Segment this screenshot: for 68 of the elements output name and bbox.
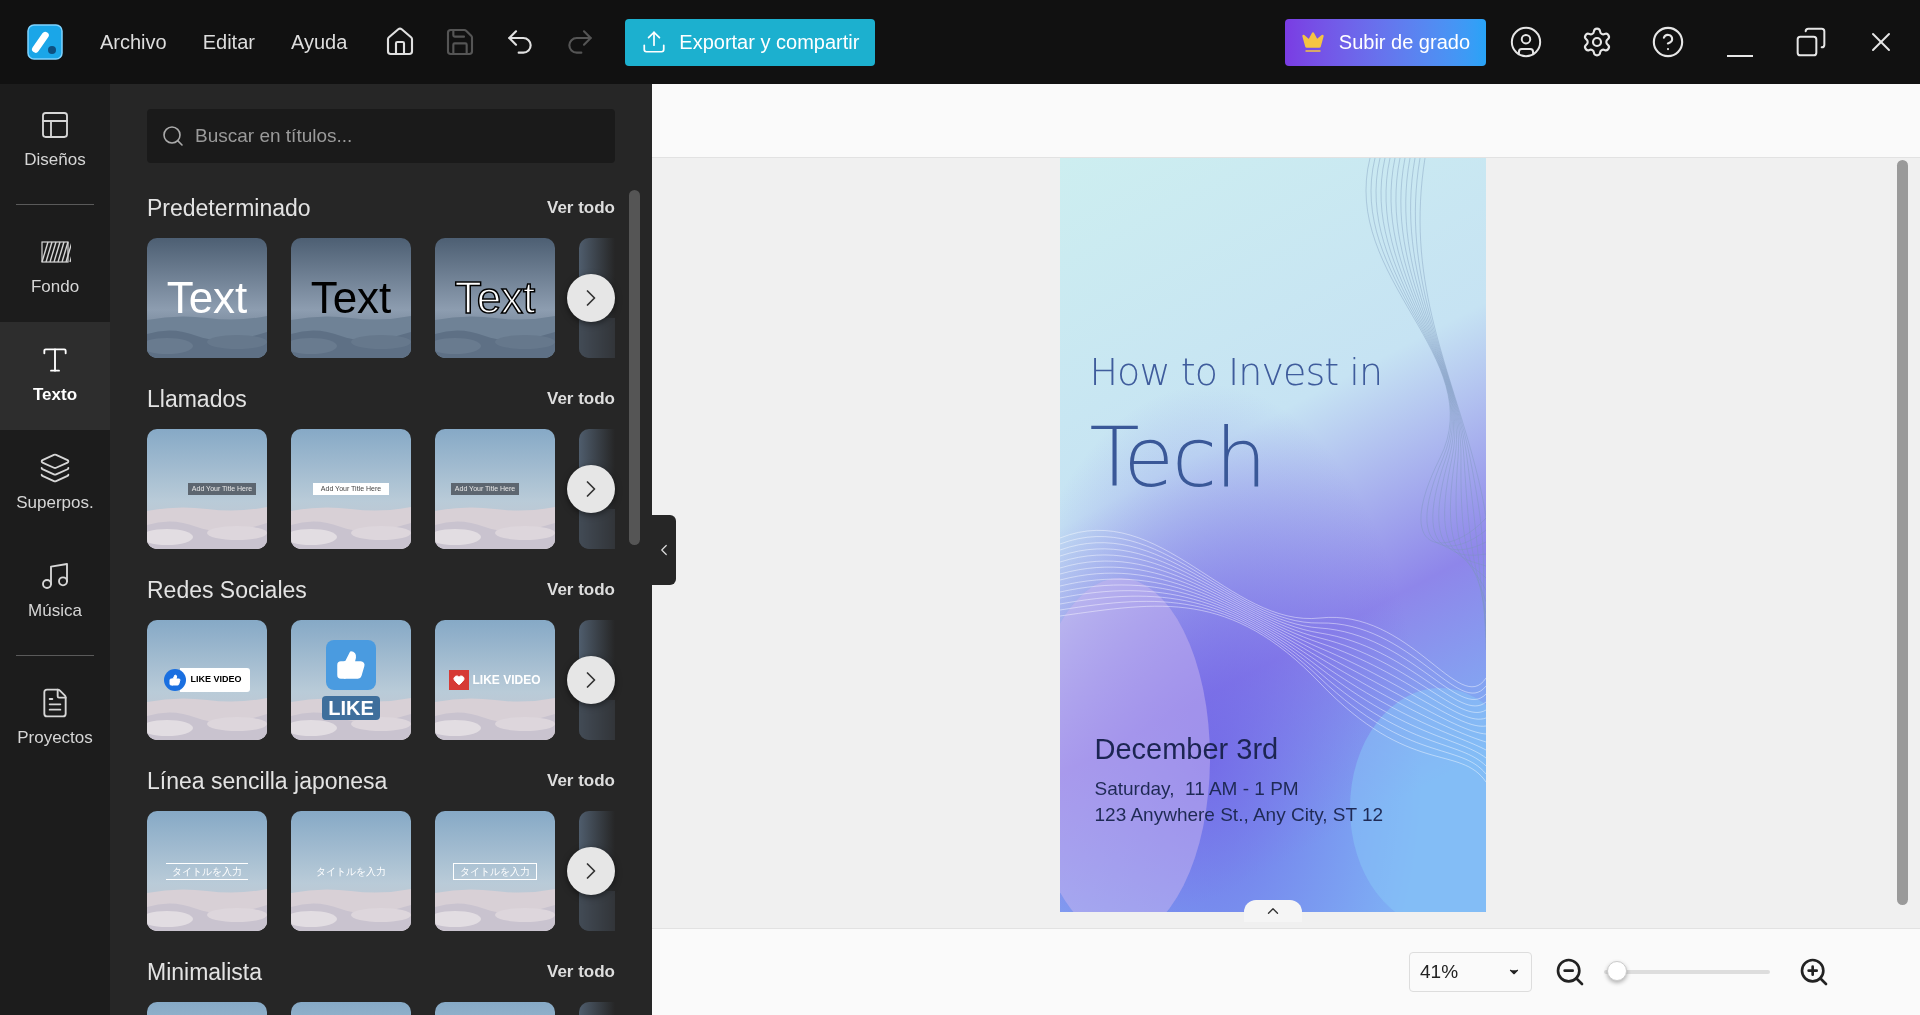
search-icon bbox=[161, 124, 185, 148]
user-icon bbox=[1509, 25, 1543, 59]
see-all-link[interactable]: Ver todo bbox=[547, 386, 615, 412]
expand-up-button[interactable] bbox=[1243, 900, 1302, 922]
like-label: LIKE bbox=[322, 696, 380, 720]
section-title: Línea sencilla japonesa bbox=[147, 766, 388, 796]
help-button[interactable] bbox=[1651, 25, 1685, 59]
section-title: Minimalista bbox=[147, 957, 263, 987]
rail-tab[interactable]: Texto bbox=[0, 322, 110, 430]
restore-icon bbox=[1795, 26, 1827, 58]
like-label: LIKE VIDEO bbox=[180, 668, 250, 692]
zoom-out-icon bbox=[1554, 956, 1586, 988]
zoom-select[interactable]: 41% bbox=[1409, 952, 1532, 992]
text-style-sample: Text bbox=[166, 276, 248, 320]
layers-icon bbox=[39, 452, 71, 485]
menu-item[interactable]: Editar bbox=[202, 27, 255, 57]
poster-detail: 123 Anywhere St., Any City, ST 12 bbox=[1094, 803, 1385, 827]
template-thumbnail[interactable]: Text bbox=[291, 238, 411, 358]
zoom-in-icon bbox=[1798, 956, 1830, 988]
collapse-panel-button[interactable] bbox=[652, 515, 676, 585]
slider-thumb[interactable] bbox=[1606, 961, 1627, 981]
poster-detail: Saturday, 11 AM - 1 PM bbox=[1094, 777, 1300, 801]
section-title: Redes Sociales bbox=[147, 575, 307, 605]
see-all-link[interactable]: Ver todo bbox=[547, 959, 615, 985]
app-logo bbox=[27, 24, 63, 60]
rail-tab[interactable]: Proyectos bbox=[0, 665, 110, 773]
text-style-sample: Text bbox=[310, 276, 392, 320]
scrollbar-thumb[interactable] bbox=[1897, 160, 1908, 905]
next-button[interactable] bbox=[567, 847, 615, 895]
scrollbar-thumb[interactable] bbox=[629, 190, 640, 545]
rail-tab[interactable]: Superpos. bbox=[0, 430, 110, 538]
title-placeholder: タイトルを入力 bbox=[453, 862, 537, 880]
crown-icon bbox=[1300, 30, 1325, 54]
settings-button[interactable] bbox=[1581, 26, 1613, 58]
rail-tab[interactable]: Diseños bbox=[0, 87, 110, 195]
search-field[interactable]: Buscar en títulos... bbox=[147, 109, 615, 163]
see-all-link[interactable]: Ver todo bbox=[547, 195, 615, 221]
restore-button[interactable] bbox=[1795, 26, 1827, 58]
upload-icon bbox=[641, 29, 668, 55]
next-button[interactable] bbox=[567, 274, 615, 322]
next-button[interactable] bbox=[567, 465, 615, 513]
upgrade-button[interactable]: Subir de grado bbox=[1284, 18, 1486, 66]
rail-tab[interactable]: Música bbox=[0, 538, 110, 646]
minimize-icon bbox=[1727, 55, 1753, 57]
poster-subtitle: How to Invest in bbox=[1089, 353, 1384, 391]
rail-tab[interactable]: Fondo bbox=[0, 214, 110, 322]
see-all-link[interactable]: Ver todo bbox=[547, 768, 615, 794]
menu-item[interactable]: Archivo bbox=[100, 27, 167, 57]
settings-icon bbox=[1581, 26, 1613, 58]
account-button[interactable] bbox=[1509, 25, 1543, 59]
section-title: Llamados bbox=[147, 384, 247, 414]
section-title: Predeterminado bbox=[147, 193, 311, 223]
title-placeholder: タイトルを入力 bbox=[315, 864, 387, 879]
zoom-out-button[interactable] bbox=[1554, 956, 1586, 988]
title-placeholder: タイトルを入力 bbox=[166, 862, 248, 880]
template-thumbnail[interactable]: LIKE bbox=[291, 620, 411, 740]
menu-item[interactable]: Ayuda bbox=[290, 27, 348, 57]
zoom-slider[interactable] bbox=[1604, 961, 1770, 983]
thumbs-up-icon bbox=[326, 640, 376, 690]
zoom-in-button[interactable] bbox=[1798, 956, 1830, 988]
poster-date: December 3rd bbox=[1094, 735, 1280, 764]
text-style-sample: Text bbox=[454, 276, 536, 320]
poster-title: Tech bbox=[1089, 417, 1266, 499]
next-button[interactable] bbox=[567, 656, 615, 704]
help-icon bbox=[1651, 25, 1685, 59]
template-thumbnail[interactable]: LIKE VIDEO bbox=[147, 620, 267, 740]
see-all-link[interactable]: Ver todo bbox=[547, 577, 615, 603]
like-label: LIKE VIDEO bbox=[472, 672, 541, 689]
